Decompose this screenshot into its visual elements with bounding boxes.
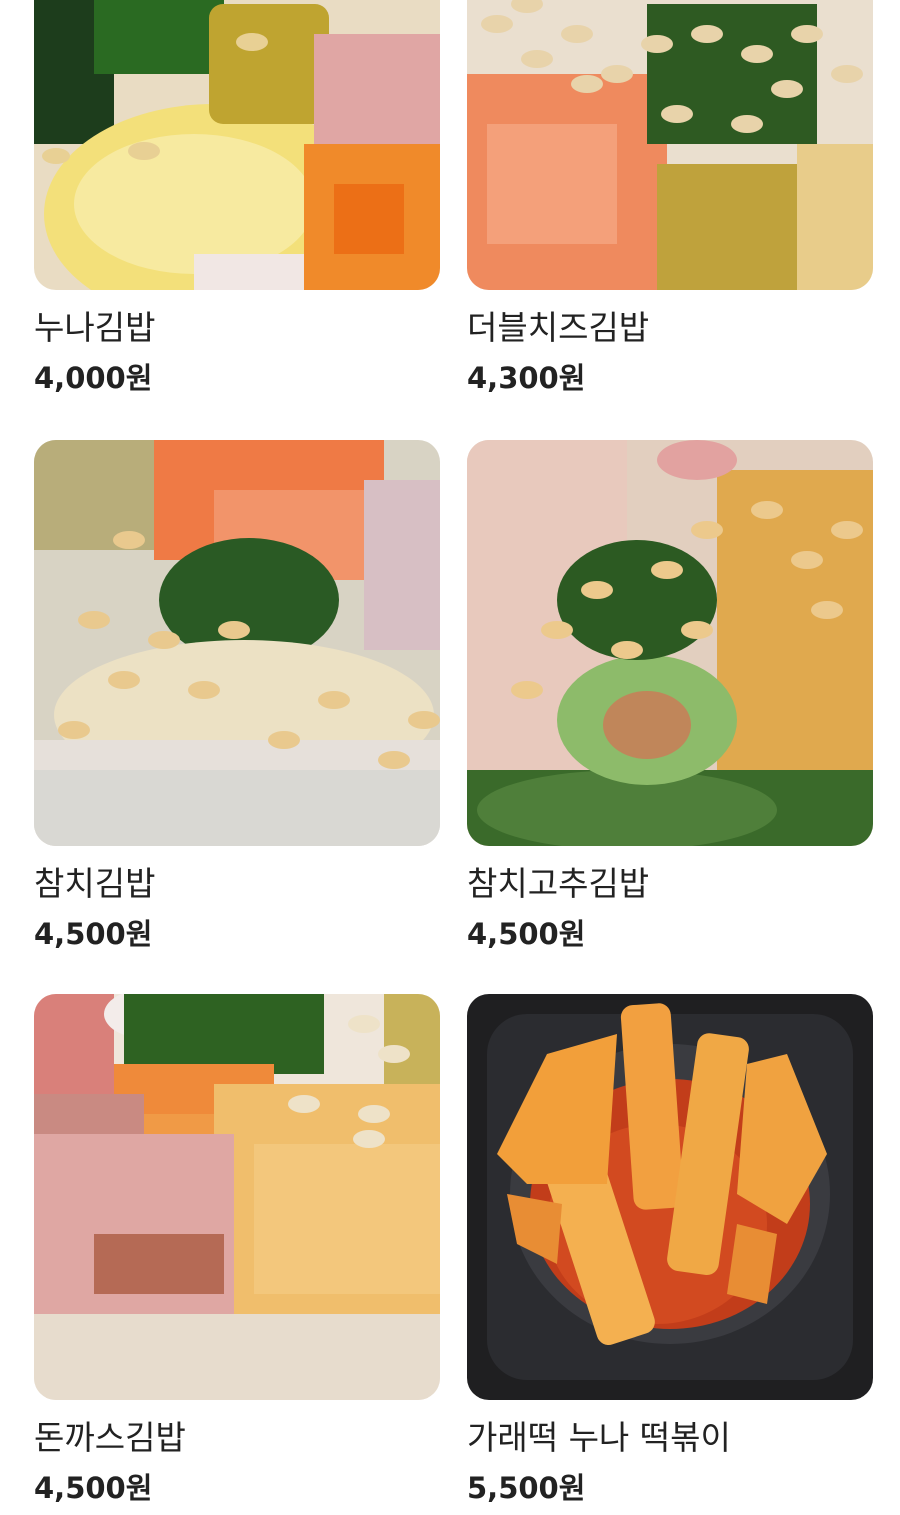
gimbap-photo[interactable]: [467, 0, 873, 290]
menu-item-name: 참치고추김밥: [467, 864, 650, 903]
menu-item-name: 가래떡 누나 떡볶이: [467, 1418, 731, 1457]
menu-item-card[interactable]: 더블치즈김밥 4,300원: [467, 0, 873, 395]
gimbap-photo[interactable]: [34, 0, 440, 290]
gimbap-photo[interactable]: [467, 440, 873, 846]
gimbap-photo[interactable]: [34, 994, 440, 1400]
menu-item-name: 참치김밥: [34, 864, 156, 903]
menu-item-price: 4,500원: [467, 917, 586, 951]
menu-item-price: 4,500원: [34, 917, 153, 951]
menu-item-name: 누나김밥: [34, 308, 156, 347]
menu-item-price: 4,300원: [467, 361, 586, 395]
menu-item-name: 더블치즈김밥: [467, 308, 650, 347]
menu-item-name: 돈까스김밥: [34, 1418, 186, 1457]
menu-item-card[interactable]: 참치김밥 4,500원: [34, 440, 440, 951]
menu-grid: 누나김밥 4,000원 더블치즈김밥 4,300원 참치김밥 4,500원 참치…: [0, 0, 900, 1515]
gimbap-photo[interactable]: [34, 440, 440, 846]
menu-item-price: 4,500원: [34, 1471, 153, 1505]
menu-item-card[interactable]: 누나김밥 4,000원: [34, 0, 440, 395]
menu-item-price: 5,500원: [467, 1471, 586, 1505]
menu-item-price: 4,000원: [34, 361, 153, 395]
menu-item-card[interactable]: 돈까스김밥 4,500원: [34, 994, 440, 1505]
tteokbokki-photo[interactable]: [467, 994, 873, 1400]
menu-item-card[interactable]: 참치고추김밥 4,500원: [467, 440, 873, 951]
menu-item-card[interactable]: 가래떡 누나 떡볶이 5,500원: [467, 994, 873, 1505]
